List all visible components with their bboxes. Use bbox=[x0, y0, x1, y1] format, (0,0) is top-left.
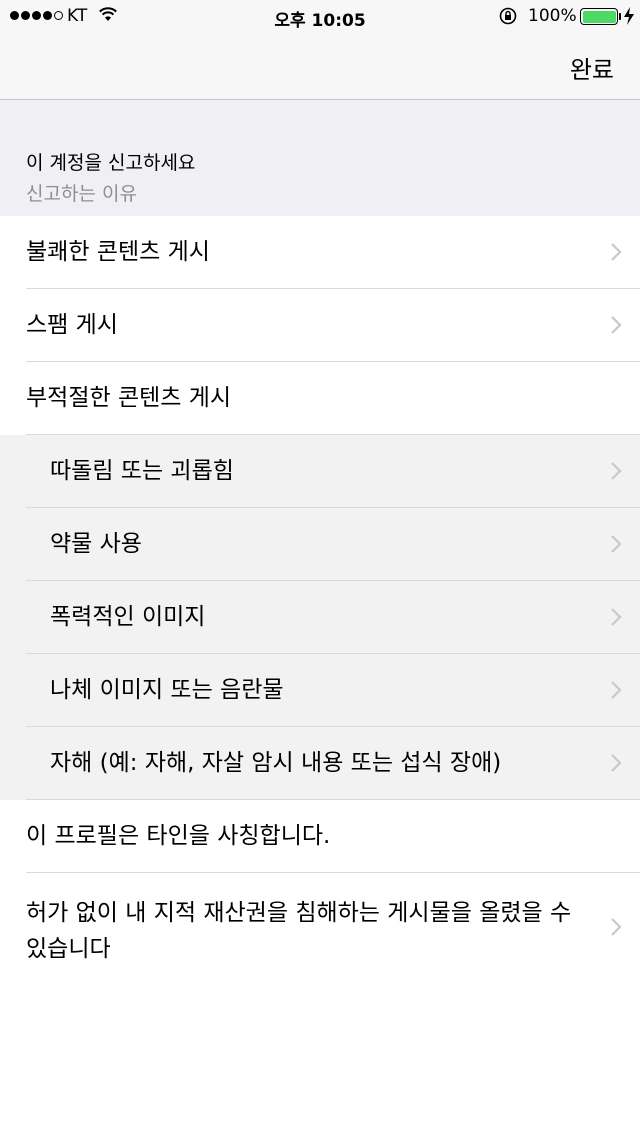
navigation-bar: 완료 bbox=[0, 34, 640, 100]
sub-list-item[interactable]: 자해 (예: 자해, 자살 암시 내용 또는 섭식 장애) bbox=[0, 727, 640, 800]
list-item-label: 이 프로필은 타인을 사칭합니다. bbox=[26, 823, 331, 849]
list-item-label: 따돌림 또는 괴롭힘 bbox=[50, 458, 234, 484]
list-item[interactable]: 불쾌한 콘텐츠 게시 bbox=[0, 216, 640, 289]
list-item-label: 불쾌한 콘텐츠 게시 bbox=[26, 239, 210, 265]
chevron-right-icon bbox=[611, 681, 622, 699]
battery-icon bbox=[580, 8, 618, 25]
list-item-label: 부적절한 콘텐츠 게시 bbox=[26, 385, 232, 411]
charging-icon bbox=[623, 6, 635, 31]
chevron-right-icon bbox=[611, 535, 622, 553]
chevron-right-icon bbox=[611, 754, 622, 772]
report-reason-list: 불쾌한 콘텐츠 게시 스팸 게시 부적절한 콘텐츠 게시 따돌림 또는 괴롭힘 … bbox=[0, 216, 640, 1019]
list-item-label: 스팸 게시 bbox=[26, 312, 118, 338]
battery-tip bbox=[619, 13, 621, 20]
chevron-right-icon bbox=[611, 243, 622, 261]
status-bar: KT 오후 10:05 100% bbox=[0, 0, 640, 34]
sub-list-item[interactable]: 약물 사용 bbox=[0, 508, 640, 581]
rotation-lock-icon bbox=[498, 6, 518, 31]
list-item[interactable]: 스팸 게시 bbox=[0, 289, 640, 362]
list-item-label: 허가 없이 내 지적 재산권을 침해하는 게시물을 올렸을 수 있습니다 bbox=[26, 900, 572, 962]
sub-list-item[interactable]: 폭력적인 이미지 bbox=[0, 581, 640, 654]
chevron-right-icon bbox=[611, 316, 622, 334]
chevron-right-icon bbox=[611, 608, 622, 626]
sub-list-item[interactable]: 나체 이미지 또는 음란물 bbox=[0, 654, 640, 727]
list-item-label: 약물 사용 bbox=[50, 531, 142, 557]
sub-list-item[interactable]: 따돌림 또는 괴롭힘 bbox=[0, 435, 640, 508]
list-item-label: 자해 (예: 자해, 자살 암시 내용 또는 섭식 장애) bbox=[50, 750, 502, 776]
section-header: 이 계정을 신고하세요 신고하는 이유 bbox=[0, 100, 640, 216]
list-item-label: 나체 이미지 또는 음란물 bbox=[50, 677, 284, 703]
chevron-right-icon bbox=[611, 462, 622, 480]
chevron-right-icon bbox=[611, 918, 622, 936]
battery-percent: 100% bbox=[528, 6, 577, 26]
list-item[interactable]: 이 프로필은 타인을 사칭합니다. bbox=[0, 800, 640, 873]
done-button[interactable]: 완료 bbox=[570, 50, 614, 85]
list-item-group-header[interactable]: 부적절한 콘텐츠 게시 bbox=[0, 362, 640, 435]
section-subtitle: 신고하는 이유 bbox=[26, 183, 137, 205]
page-title: 이 계정을 신고하세요 bbox=[26, 152, 196, 174]
list-item-label: 폭력적인 이미지 bbox=[50, 604, 206, 630]
list-item[interactable]: 허가 없이 내 지적 재산권을 침해하는 게시물을 올렸을 수 있습니다 bbox=[0, 873, 640, 1019]
